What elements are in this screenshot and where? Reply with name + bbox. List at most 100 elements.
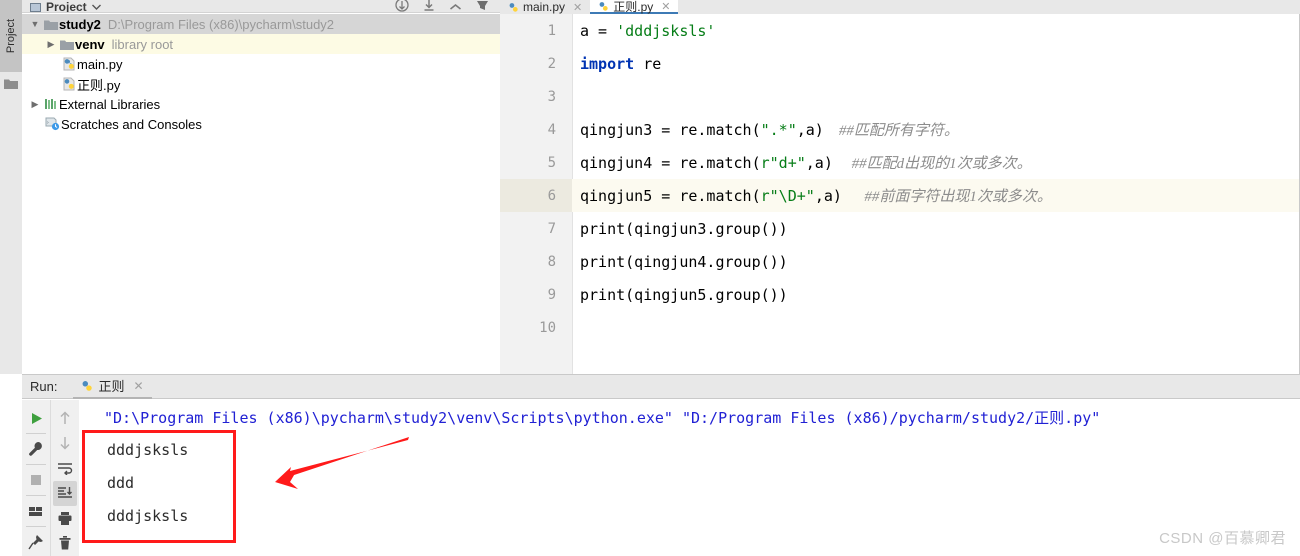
- line-number: 7: [547, 220, 556, 237]
- code-line-text: qingjun3 = re.match(".*" ,a) ##匹配所有字符。: [580, 113, 959, 146]
- line-number: 1: [547, 22, 556, 39]
- code-token-str: r"d+": [760, 153, 806, 172]
- code-token-pl: qingjun3 = re.match(: [580, 120, 761, 139]
- chevron-right-icon[interactable]: ▶: [44, 37, 58, 51]
- tree-row-main-py[interactable]: main.py: [22, 54, 500, 74]
- sidebar-tab-project[interactable]: Project: [0, 0, 22, 72]
- chevron-down-icon[interactable]: [91, 4, 101, 10]
- run-toolbar-left: [22, 400, 50, 556]
- download-icon[interactable]: [422, 0, 436, 12]
- line-number: 3: [547, 88, 556, 105]
- close-icon[interactable]: ✕: [661, 0, 670, 13]
- toolbar-divider: [26, 495, 46, 496]
- libraries-icon: [42, 98, 59, 110]
- run-tool-window: Run: 正则 ✕ "D:\Program Files (x86)\pychar…: [22, 374, 1300, 556]
- project-header-title-group[interactable]: Project: [30, 0, 101, 13]
- project-window-icon: [30, 2, 41, 12]
- code-token-str: ".*": [760, 120, 797, 139]
- left-tool-strip: Project: [0, 0, 23, 374]
- tree-label-study2: study2: [59, 16, 101, 32]
- project-panel-title: Project: [46, 0, 87, 13]
- chevron-right-icon[interactable]: ▶: [28, 97, 42, 111]
- settings-gear-icon[interactable]: [475, 0, 490, 12]
- trash-icon[interactable]: [53, 531, 77, 556]
- console-command-line: "D:\Program Files (x86)\pycharm\study2\v…: [104, 409, 1101, 427]
- python-file-icon: [83, 380, 93, 391]
- arrow-down-icon[interactable]: [53, 430, 77, 455]
- folder-icon: [4, 79, 18, 89]
- code-token-pl: re: [634, 54, 662, 73]
- console-output-line: ddd: [107, 474, 135, 492]
- layout-icon[interactable]: [24, 498, 48, 524]
- code-token-str: r"\D+": [760, 186, 815, 205]
- run-panel-label: Run:: [30, 379, 58, 394]
- folder-icon: [42, 19, 59, 30]
- code-token-pl: ,a): [814, 186, 842, 205]
- run-console[interactable]: "D:\Program Files (x86)\pycharm\study2\v…: [79, 400, 1300, 556]
- editor-tab-label: main.py: [523, 0, 566, 14]
- console-output-line: dddjsksls: [107, 507, 189, 525]
- editor-tab-zhengze-py[interactable]: 正则.py ✕: [590, 0, 679, 14]
- pin-icon[interactable]: [24, 529, 48, 555]
- code-line[interactable]: 8 print(qingjun4.group()): [500, 245, 1300, 278]
- tree-label-venv: venv: [75, 36, 105, 52]
- tree-label-external-libraries: External Libraries: [59, 96, 161, 112]
- print-icon[interactable]: [53, 506, 77, 531]
- code-line-text: import re: [580, 47, 661, 80]
- wrench-icon[interactable]: [24, 436, 48, 462]
- code-token-kw: import: [580, 54, 635, 73]
- run-icon[interactable]: [24, 405, 48, 431]
- arrow-up-icon[interactable]: [53, 405, 77, 430]
- code-token-pl: ,a): [805, 153, 833, 172]
- code-line[interactable]: 10: [500, 311, 1300, 344]
- code-token-cmt: ##匹配d出现的1次或多次。: [832, 156, 1032, 172]
- code-line-text: print(qingjun3.group()): [580, 212, 788, 245]
- python-file-icon: [509, 2, 518, 12]
- code-line-text: a = 'dddjsksls': [580, 14, 715, 47]
- folder-icon: [58, 39, 75, 50]
- code-token-cmt: ##前面字符出现1次或多次。: [841, 189, 1052, 205]
- line-number: 8: [547, 253, 556, 270]
- code-line[interactable]: 2 import re: [500, 47, 1300, 80]
- run-tab-zhengze[interactable]: 正则 ✕: [73, 375, 152, 399]
- code-editor[interactable]: 1 a = 'dddjsksls' 2 import re 3 4 qingjun3 = r…: [500, 14, 1300, 374]
- code-line-text: print(qingjun4.group()): [580, 245, 788, 278]
- editor-code-area[interactable]: 1 a = 'dddjsksls' 2 import re 3 4 qingjun3 = r…: [500, 14, 1300, 374]
- editor-tab-main-py[interactable]: main.py ✕: [500, 0, 590, 14]
- code-line[interactable]: 1 a = 'dddjsksls': [500, 14, 1300, 47]
- project-tool-window: Project ▼ study2 D:\Program Files (x86)\…: [22, 0, 501, 374]
- code-line[interactable]: 5 qingjun4 = re.match(r"d+" ,a) ##匹配d出现的1次…: [500, 146, 1300, 179]
- run-tab-label: 正则: [98, 379, 125, 394]
- scratches-icon: ›: [44, 117, 61, 131]
- editor-tab-label: 正则.py: [613, 0, 654, 14]
- tree-row-external-libraries[interactable]: ▶ External Libraries: [22, 94, 500, 114]
- python-file-icon: [599, 1, 608, 11]
- close-icon[interactable]: ✕: [133, 379, 143, 393]
- code-line[interactable]: 3: [500, 80, 1300, 113]
- sidebar-tab-project-label: Project: [5, 18, 17, 54]
- collapse-all-icon[interactable]: [395, 0, 409, 12]
- code-token-pl: print(qingjun4.group()): [580, 252, 788, 271]
- tree-row-study2[interactable]: ▼ study2 D:\Program Files (x86)\pycharm\…: [22, 14, 500, 34]
- tree-label-zhengze-py: 正则.py: [77, 77, 121, 93]
- code-line[interactable]: 6 qingjun5 = re.match(r"\D+" ,a) ##前面字符出现1…: [500, 179, 1300, 212]
- stop-icon[interactable]: [24, 467, 48, 493]
- chevron-down-icon[interactable]: ▼: [28, 17, 42, 31]
- code-line-text: qingjun4 = re.match(r"d+" ,a) ##匹配d出现的1次或…: [580, 146, 1032, 179]
- soft-wrap-icon[interactable]: [53, 455, 77, 480]
- close-icon[interactable]: ✕: [573, 1, 582, 14]
- scroll-to-end-icon[interactable]: [53, 480, 77, 506]
- toolbar-divider: [26, 526, 46, 527]
- code-line[interactable]: 7 print(qingjun3.group()): [500, 212, 1300, 245]
- code-line[interactable]: 4 qingjun3 = re.match(".*" ,a) ##匹配所有字符。: [500, 113, 1300, 146]
- line-number: 4: [547, 121, 556, 138]
- line-number: 10: [539, 319, 556, 336]
- tree-row-scratches-and-consoles[interactable]: › Scratches and Consoles: [22, 114, 500, 134]
- tree-row-zhengze-py[interactable]: 正则.py: [22, 74, 500, 94]
- tree-row-venv[interactable]: ▶ venv library root: [22, 34, 500, 54]
- code-token-pl: print(qingjun5.group()): [580, 285, 788, 304]
- code-token-pl: print(qingjun3.group()): [580, 219, 788, 238]
- code-line[interactable]: 9 print(qingjun5.group()): [500, 278, 1300, 311]
- csdn-watermark: CSDN @百慕卿君: [1159, 530, 1286, 547]
- hide-icon[interactable]: [449, 3, 462, 12]
